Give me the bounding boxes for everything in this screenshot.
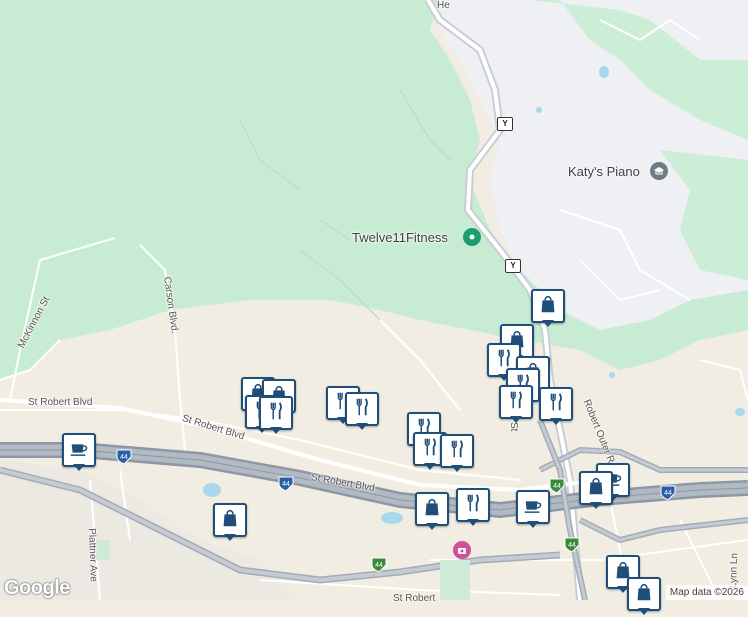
restaurant-marker[interactable] [345, 392, 379, 432]
svg-text:44: 44 [282, 481, 290, 488]
st-robert-blvd-left-label: St Robert Blvd [28, 397, 93, 408]
pond-1 [203, 483, 221, 497]
pond-2 [381, 512, 403, 524]
restaurant-marker[interactable] [456, 488, 490, 528]
store-marker[interactable] [415, 492, 449, 532]
google-logo[interactable]: Google [4, 577, 70, 600]
coffee-cup-icon [68, 437, 90, 464]
pond-4 [735, 408, 745, 416]
store-marker[interactable] [627, 577, 661, 617]
shopping-bag-icon [219, 507, 241, 534]
interstate-44-shield-icon: 44 [116, 449, 132, 464]
svg-text:44: 44 [568, 542, 576, 549]
interstate-44-shield-icon: 44 [278, 476, 294, 491]
pond-3 [599, 66, 609, 78]
cafe-marker[interactable] [62, 433, 96, 473]
pond-5 [536, 107, 542, 113]
utensils-icon [351, 396, 373, 423]
marker-tip [73, 464, 85, 471]
utensils-icon [505, 389, 527, 416]
utensils-icon [419, 436, 441, 463]
svg-text:44: 44 [664, 490, 672, 497]
marker-tip [426, 523, 438, 530]
business-44-shield-icon: 44 [564, 537, 580, 552]
shopping-bag-icon [421, 496, 443, 523]
coffee-cup-icon [522, 494, 544, 521]
restaurant-marker[interactable] [499, 385, 533, 425]
restaurant-marker[interactable] [259, 396, 293, 436]
pond-6 [609, 372, 615, 378]
katys-piano-label[interactable]: Katy's Piano [568, 164, 640, 179]
business-44-shield-icon: 44 [371, 557, 387, 572]
utensils-icon [545, 391, 567, 418]
store-marker[interactable] [579, 471, 613, 511]
marker-tip [224, 534, 236, 541]
marker-tip [270, 427, 282, 434]
route-y-shield-2: Y [505, 259, 521, 273]
restaurant-marker[interactable] [539, 387, 573, 427]
lynn-ln-label: Lynn Ln [728, 552, 741, 589]
fitness-pin-icon[interactable] [463, 228, 481, 246]
map-data-attribution[interactable]: Map data ©2026 [665, 585, 748, 600]
map-canvas[interactable] [0, 0, 748, 600]
utensils-icon [462, 492, 484, 519]
utensils-icon [446, 438, 468, 465]
plattner-ave-label: Plattner Ave [86, 528, 99, 583]
shopping-bag-icon [585, 475, 607, 502]
cafe-marker[interactable] [516, 490, 550, 530]
marker-tip [424, 463, 436, 470]
school-pin-icon[interactable] [650, 162, 668, 180]
business-44-shield-icon: 44 [549, 478, 565, 493]
marker-tip [451, 465, 463, 472]
utensils-icon [265, 400, 287, 427]
shopping-bag-icon [537, 293, 559, 320]
shopping-bag-icon [633, 581, 655, 608]
he-label: He [437, 0, 450, 11]
marker-tip [638, 608, 650, 615]
interstate-44-shield-icon: 44 [660, 485, 676, 500]
marker-tip [356, 423, 368, 430]
marker-tip [527, 521, 539, 528]
green-strip-2 [96, 540, 110, 560]
st-robert-bottom-label: St Robert [393, 593, 436, 604]
marker-tip [467, 519, 479, 526]
store-marker[interactable] [213, 503, 247, 543]
svg-text:44: 44 [553, 483, 561, 490]
marker-tip [590, 502, 602, 509]
restaurant-marker[interactable] [440, 434, 474, 474]
camera-pin-icon[interactable] [453, 541, 471, 559]
marker-tip [542, 320, 554, 327]
twelve11-fitness-label[interactable]: Twelve11Fitness [352, 230, 448, 245]
svg-text:44: 44 [120, 454, 128, 461]
marker-tip [550, 418, 562, 425]
marker-tip [510, 416, 522, 423]
svg-text:44: 44 [375, 562, 383, 569]
route-y-shield-1: Y [497, 117, 513, 131]
store-marker[interactable] [531, 289, 565, 329]
green-strip [440, 560, 470, 600]
